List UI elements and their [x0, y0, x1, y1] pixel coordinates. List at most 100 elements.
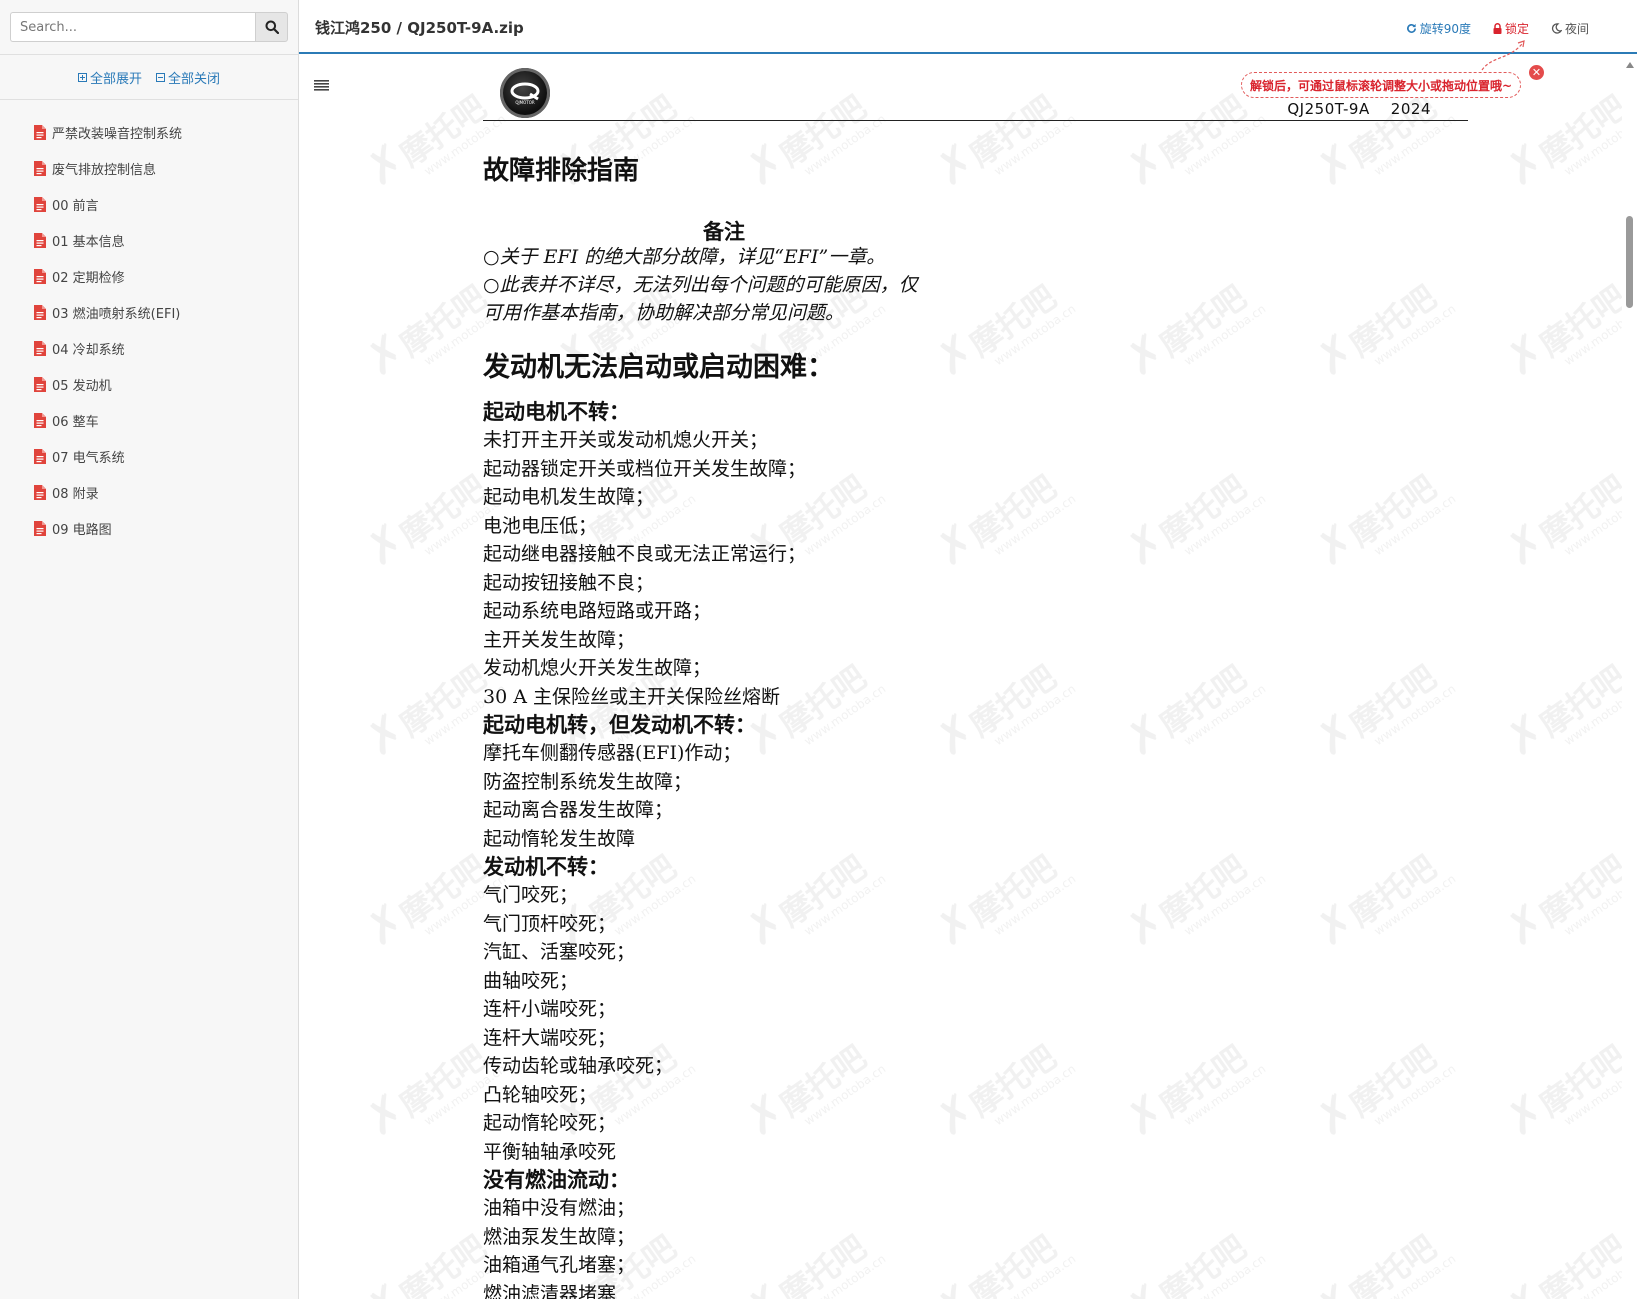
- subsection-title: 没有燃油流动：: [483, 1168, 630, 1192]
- cause-line: 气门咬死；: [483, 884, 579, 906]
- wrench-icon: ✗: [353, 131, 417, 198]
- cause-line: 汽缸、活塞咬死；: [483, 941, 636, 963]
- rotate-button[interactable]: 旋转90度: [1406, 20, 1471, 37]
- watermark-tile: ✗摩托吧www.motoba.cn: [348, 59, 522, 219]
- moon-icon: [1551, 23, 1562, 34]
- chapter-label: 07 电气系统: [52, 450, 125, 466]
- wrench-icon: ✗: [1493, 1271, 1556, 1299]
- wrench-icon: ✗: [1493, 701, 1557, 768]
- toc-toggle-button[interactable]: [314, 76, 329, 95]
- pdf-file-icon: [34, 124, 46, 140]
- chapter-label: 02 定期检修: [52, 270, 125, 286]
- chapter-label: 06 整车: [52, 414, 99, 430]
- cause-line: 起动器锁定开关或档位开关发生故障；: [483, 457, 807, 480]
- cause-line: 凸轮轴咬死；: [483, 1083, 598, 1106]
- document-title: 钱江鸿250 / QJ250T-9A.zip: [315, 19, 524, 37]
- chapter-label: 04 冷却系统: [52, 342, 125, 358]
- watermark-brand: 摩托吧: [392, 1037, 494, 1125]
- wrench-icon: ✗: [1493, 131, 1557, 198]
- chapter-item[interactable]: 严禁改装噪音控制系统: [34, 114, 182, 150]
- watermark-brand: 摩托吧: [392, 467, 494, 555]
- pdf-file-icon: [34, 520, 46, 536]
- cause-line: 未打开主开关或发动机熄火开关；: [483, 429, 769, 451]
- collapse-all-button[interactable]: 全部关闭: [156, 66, 220, 88]
- chapter-item[interactable]: 00 前言: [34, 186, 182, 222]
- model-year: QJ250T-9A 2024: [1287, 100, 1431, 118]
- watermark-url: www.motoba.cn: [1561, 681, 1622, 749]
- rotate-label: 旋转90度: [1419, 22, 1471, 36]
- pdf-file-icon: [34, 340, 46, 356]
- cause-line: 摩托车侧翻传感器(EFI)作动；: [483, 742, 742, 764]
- hint-close-button[interactable]: ✕: [1529, 65, 1544, 80]
- pdf-file-icon: [34, 160, 46, 176]
- cause-line: 燃油滤清器堵塞: [483, 1282, 617, 1299]
- chapter-item[interactable]: 04 冷却系统: [34, 330, 182, 366]
- expand-all-button[interactable]: 全部展开: [77, 66, 142, 88]
- pdf-file-icon: [34, 448, 46, 464]
- subsection-title: 起动电机转，但发动机不转：: [483, 713, 756, 737]
- note-title: 备注: [703, 220, 745, 244]
- watermark-tile: ✗摩托吧www.motoba.cn: [538, 59, 712, 219]
- cause-line: 起动按钮接触不良；: [483, 571, 655, 594]
- header-toolbar: 旋转90度 锁定 夜间: [1406, 20, 1589, 37]
- wrench-icon: ✗: [353, 321, 417, 388]
- lock-button[interactable]: 锁定: [1493, 20, 1529, 37]
- chapter-label: 废气排放控制信息: [52, 162, 157, 178]
- watermark-url: www.motoba.cn: [1561, 301, 1622, 369]
- header-rule: [483, 120, 1468, 121]
- chapter-item[interactable]: 07 电气系统: [34, 438, 182, 474]
- scroll-thumb[interactable]: [1626, 216, 1633, 308]
- vertical-scrollbar[interactable]: [1622, 54, 1637, 1299]
- scroll-up-arrow-icon[interactable]: [1626, 62, 1634, 68]
- search-input[interactable]: [10, 12, 255, 42]
- qj-logo-mark: QJMOTOR: [510, 82, 540, 105]
- chapter-label: 08 附录: [52, 486, 99, 502]
- cause-line: 起动继电器接触不良或无法正常运行；: [483, 543, 807, 565]
- cause-line: 曲轴咬死；: [483, 969, 579, 992]
- search-button[interactable]: [255, 12, 288, 42]
- pdf-file-icon: [34, 304, 46, 320]
- cause-line: 传动齿轮或轴承咬死；: [483, 1055, 674, 1077]
- chapter-item[interactable]: 08 附录: [34, 474, 182, 510]
- watermark-tile: ✗摩托吧www.motoba.cn: [1488, 439, 1622, 599]
- collapse-all-label: 全部关闭: [168, 71, 221, 87]
- night-mode-button[interactable]: 夜间: [1551, 20, 1589, 37]
- chapter-item[interactable]: 废气排放控制信息: [34, 150, 182, 186]
- minus-square-icon: [156, 72, 165, 82]
- wrench-icon: ✗: [923, 131, 987, 198]
- watermark-tile: ✗摩托吧www.motoba.cn: [1488, 1199, 1622, 1299]
- plus-square-icon: [77, 72, 87, 82]
- watermark-brand: 摩托吧: [1532, 847, 1622, 935]
- chapter-item[interactable]: 01 基本信息: [34, 222, 182, 258]
- chapter-item[interactable]: 03 燃油喷射系统(EFI): [34, 294, 182, 330]
- document-viewer[interactable]: ✗ 摩托吧 www.motoba.cn ✗ 摩托吧 www.motoba.cn ✗ 摩托吧 ww…: [300, 54, 1622, 1299]
- wrench-icon: ✗: [1113, 131, 1177, 198]
- wrench-icon: ✗: [923, 321, 987, 388]
- app-window: 全部展开 全部关闭 严禁改装噪音控制系统 废气排放控制信息 00 前言: [0, 0, 1637, 1299]
- note-line: 可用作基本指南，协助解决部分常见问题。: [483, 302, 845, 324]
- pdf-file-icon: [34, 232, 46, 248]
- watermark-tile: ✗摩托吧www.motoba.cn: [1488, 1009, 1622, 1169]
- watermark-tile: ✗摩托吧www.motoba.cn: [918, 249, 1092, 409]
- pdf-file-icon: [34, 268, 46, 284]
- watermark-brand: 摩托吧: [962, 87, 1064, 175]
- search-bar: [10, 12, 288, 42]
- watermark-url: www.motoba.cn: [1371, 111, 1459, 179]
- chapter-item[interactable]: 09 电路图: [34, 510, 182, 546]
- watermark-brand: 摩托吧: [962, 277, 1064, 365]
- note-line: ○关于 EFI 的绝大部分故障，详见“EFI”一章。: [483, 246, 886, 268]
- chapter-item[interactable]: 02 定期检修: [34, 258, 182, 294]
- wrench-icon: ✗: [1303, 131, 1367, 198]
- watermark-brand: 摩托吧: [1152, 277, 1254, 365]
- watermark-brand: 摩托吧: [1532, 1227, 1622, 1299]
- watermark-brand: 摩托吧: [392, 1227, 494, 1299]
- pdf-file-icon: [34, 484, 46, 500]
- chapter-item[interactable]: 06 整车: [34, 402, 182, 438]
- chapter-label: 严禁改装噪音控制系统: [52, 126, 183, 142]
- chapter-item[interactable]: 05 发动机: [34, 366, 182, 402]
- watermark-brand: 摩托吧: [1532, 277, 1622, 365]
- divider: [0, 54, 298, 55]
- chapter-label: 05 发动机: [52, 378, 112, 394]
- watermark-url: www.motoba.cn: [991, 111, 1079, 179]
- pdf-file-icon: [34, 412, 46, 428]
